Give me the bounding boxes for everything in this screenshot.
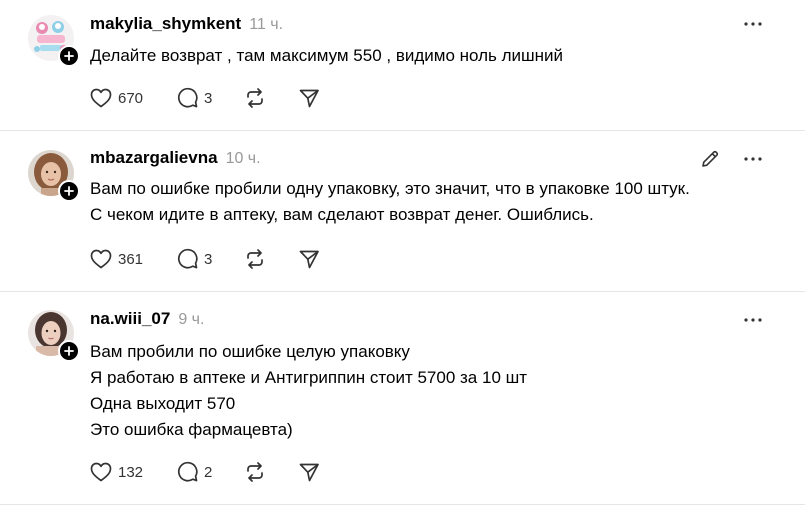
post-text-line: Я работаю в аптеке и Антигриппин стоит 5…	[90, 368, 528, 387]
plus-icon	[64, 346, 74, 356]
like-count: 132	[118, 463, 144, 481]
username[interactable]: makylia_shymkent	[90, 14, 241, 34]
edit-icon	[702, 150, 719, 167]
post-header: mbazargalievna 10 ч.	[90, 148, 261, 172]
post-text-line: Вам по ошибке пробили одну упаковку, это…	[90, 179, 690, 198]
avatar[interactable]	[28, 310, 80, 362]
repost-icon	[247, 88, 263, 108]
post-actions: 132 2	[90, 460, 328, 484]
like-button[interactable]: 132	[90, 462, 176, 482]
more-button[interactable]	[741, 149, 765, 169]
avatar[interactable]	[28, 15, 80, 67]
heart-icon	[90, 88, 112, 108]
post-text: Вам пробили по ошибке целую упаковку Я р…	[90, 339, 775, 443]
like-count: 670	[118, 89, 144, 107]
comment-icon	[177, 87, 198, 108]
follow-plus-button[interactable]	[58, 180, 80, 202]
repost-icon	[247, 249, 263, 269]
plus-icon	[64, 51, 74, 61]
reply-count: 3	[204, 89, 213, 107]
repost-icon	[247, 462, 263, 482]
post-text: Делайте возврат , там максимум 550 , вид…	[90, 43, 775, 69]
post-text-line: Делайте возврат , там максимум 550 , вид…	[90, 46, 564, 65]
post-text-line: Это ошибка фармацевта)	[90, 420, 293, 439]
share-button[interactable]	[298, 87, 328, 109]
reply-button[interactable]: 3	[176, 87, 244, 109]
post-header: na.wiii_07 9 ч.	[90, 309, 204, 333]
follow-plus-button[interactable]	[58, 45, 80, 67]
repost-button[interactable]	[244, 87, 298, 109]
avatar[interactable]	[28, 150, 80, 202]
post-time: 11 ч.	[249, 16, 284, 33]
heart-icon	[90, 249, 112, 269]
more-button[interactable]	[741, 310, 765, 330]
repost-button[interactable]	[244, 461, 298, 483]
post-text-line: Одна выходит 570	[90, 394, 236, 413]
share-icon	[299, 463, 319, 482]
share-icon	[299, 250, 319, 269]
more-icon	[744, 157, 762, 161]
reply-button[interactable]: 3	[176, 248, 244, 270]
like-button[interactable]: 670	[90, 88, 176, 108]
like-button[interactable]: 361	[90, 249, 176, 269]
heart-icon	[90, 462, 112, 482]
username[interactable]: mbazargalievna	[90, 148, 218, 168]
post-actions: 670 3	[90, 86, 328, 110]
follow-plus-button[interactable]	[58, 340, 80, 362]
more-button[interactable]	[741, 14, 765, 34]
share-button[interactable]	[298, 248, 328, 270]
comment-icon	[177, 461, 198, 482]
post-time: 9 ч.	[178, 311, 205, 328]
plus-icon	[64, 186, 74, 196]
reply-button[interactable]: 2	[176, 461, 244, 483]
post-text-line: Вам пробили по ошибке целую упаковку	[90, 342, 410, 361]
comment-icon	[177, 248, 198, 269]
post-actions: 361 3	[90, 247, 328, 271]
replies-feed: makylia_shymkent 11 ч. Делайте возврат ,…	[0, 0, 805, 511]
post: mbazargalievna 10 ч. Вам по ошибке проби…	[0, 131, 805, 292]
post-header: makylia_shymkent 11 ч.	[90, 14, 283, 38]
post-text-line: С чеком идите в аптеку, вам сделают возв…	[90, 205, 594, 224]
post-time: 10 ч.	[225, 150, 261, 167]
reply-count: 2	[204, 463, 213, 481]
edit-button[interactable]	[699, 148, 721, 170]
username[interactable]: na.wiii_07	[90, 309, 170, 329]
post-text: Вам по ошибке пробили одну упаковку, это…	[90, 176, 775, 228]
repost-button[interactable]	[244, 248, 298, 270]
reply-count: 3	[204, 250, 213, 268]
more-icon	[744, 22, 762, 26]
post: makylia_shymkent 11 ч. Делайте возврат ,…	[0, 0, 805, 131]
post: na.wiii_07 9 ч. Вам пробили по ошибке це…	[0, 292, 805, 505]
more-icon	[744, 318, 762, 322]
like-count: 361	[118, 250, 144, 268]
share-icon	[299, 89, 319, 108]
share-button[interactable]	[298, 461, 328, 483]
